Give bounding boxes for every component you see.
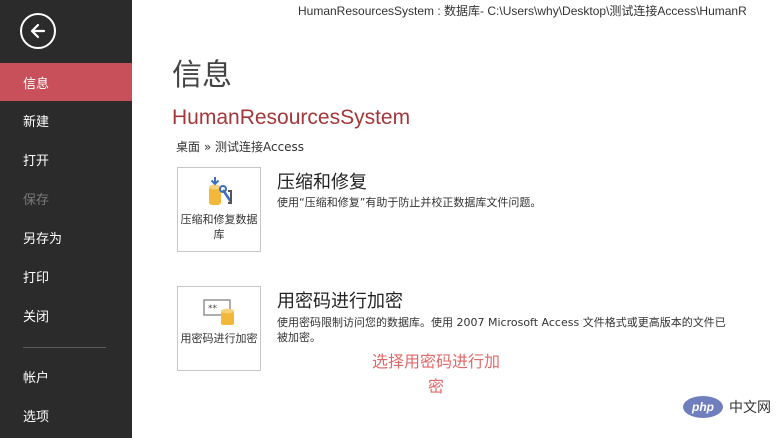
back-button[interactable] bbox=[20, 13, 56, 49]
password-lock-icon: ** bbox=[203, 299, 234, 325]
sidebar-item-new[interactable]: 新建 bbox=[0, 101, 132, 139]
encrypt-password-heading: 用密码进行加密 bbox=[277, 291, 403, 312]
page-title: 信息 bbox=[172, 58, 232, 93]
sidebar-item-save-as[interactable]: 另存为 bbox=[0, 218, 132, 256]
window-title: HumanResourcesSystem : 数据库- C:\Users\why… bbox=[298, 4, 747, 18]
svg-text:**: ** bbox=[208, 304, 218, 314]
compact-repair-description: 使用“压缩和修复”有助于防止并校正数据库文件问题。 bbox=[277, 196, 542, 209]
watermark-site: 中文网 bbox=[729, 400, 771, 416]
php-logo-icon: php bbox=[683, 396, 723, 418]
sidebar-item-print[interactable]: 打印 bbox=[0, 257, 132, 295]
sidebar-item-options[interactable]: 选项 bbox=[0, 396, 132, 434]
sidebar-item-open[interactable]: 打开 bbox=[0, 140, 132, 178]
compact-repair-icon bbox=[209, 177, 233, 205]
database-name: HumanResourcesSystem bbox=[172, 106, 411, 129]
encrypt-password-button[interactable]: ** 用密码进行加密 bbox=[177, 286, 261, 371]
sidebar-divider bbox=[23, 347, 106, 348]
backstage-sidebar: 信息 新建 打开 保存 另存为 打印 关闭 帐户 选项 bbox=[0, 0, 132, 438]
encrypt-password-description: 使用密码限制访问您的数据库。使用 2007 Microsoft Access 文… bbox=[277, 316, 726, 344]
breadcrumb: 桌面 » 测试连接Access bbox=[176, 140, 305, 154]
arrow-left-icon bbox=[30, 23, 46, 39]
compact-repair-heading: 压缩和修复 bbox=[277, 172, 367, 193]
sidebar-item-close[interactable]: 关闭 bbox=[0, 296, 132, 334]
sidebar-item-save[interactable]: 保存 bbox=[0, 179, 132, 217]
compact-repair-label: 压缩和修复数据库 bbox=[180, 213, 258, 241]
watermark: php 中文网 bbox=[683, 394, 771, 420]
compact-repair-button[interactable]: 压缩和修复数据库 bbox=[177, 167, 261, 252]
sidebar-item-account[interactable]: 帐户 bbox=[0, 357, 132, 395]
annotation-text: 选择用密码进行加密 bbox=[371, 352, 500, 396]
sidebar-item-info[interactable]: 信息 bbox=[0, 63, 132, 101]
encrypt-password-label: 用密码进行加密 bbox=[180, 332, 258, 345]
